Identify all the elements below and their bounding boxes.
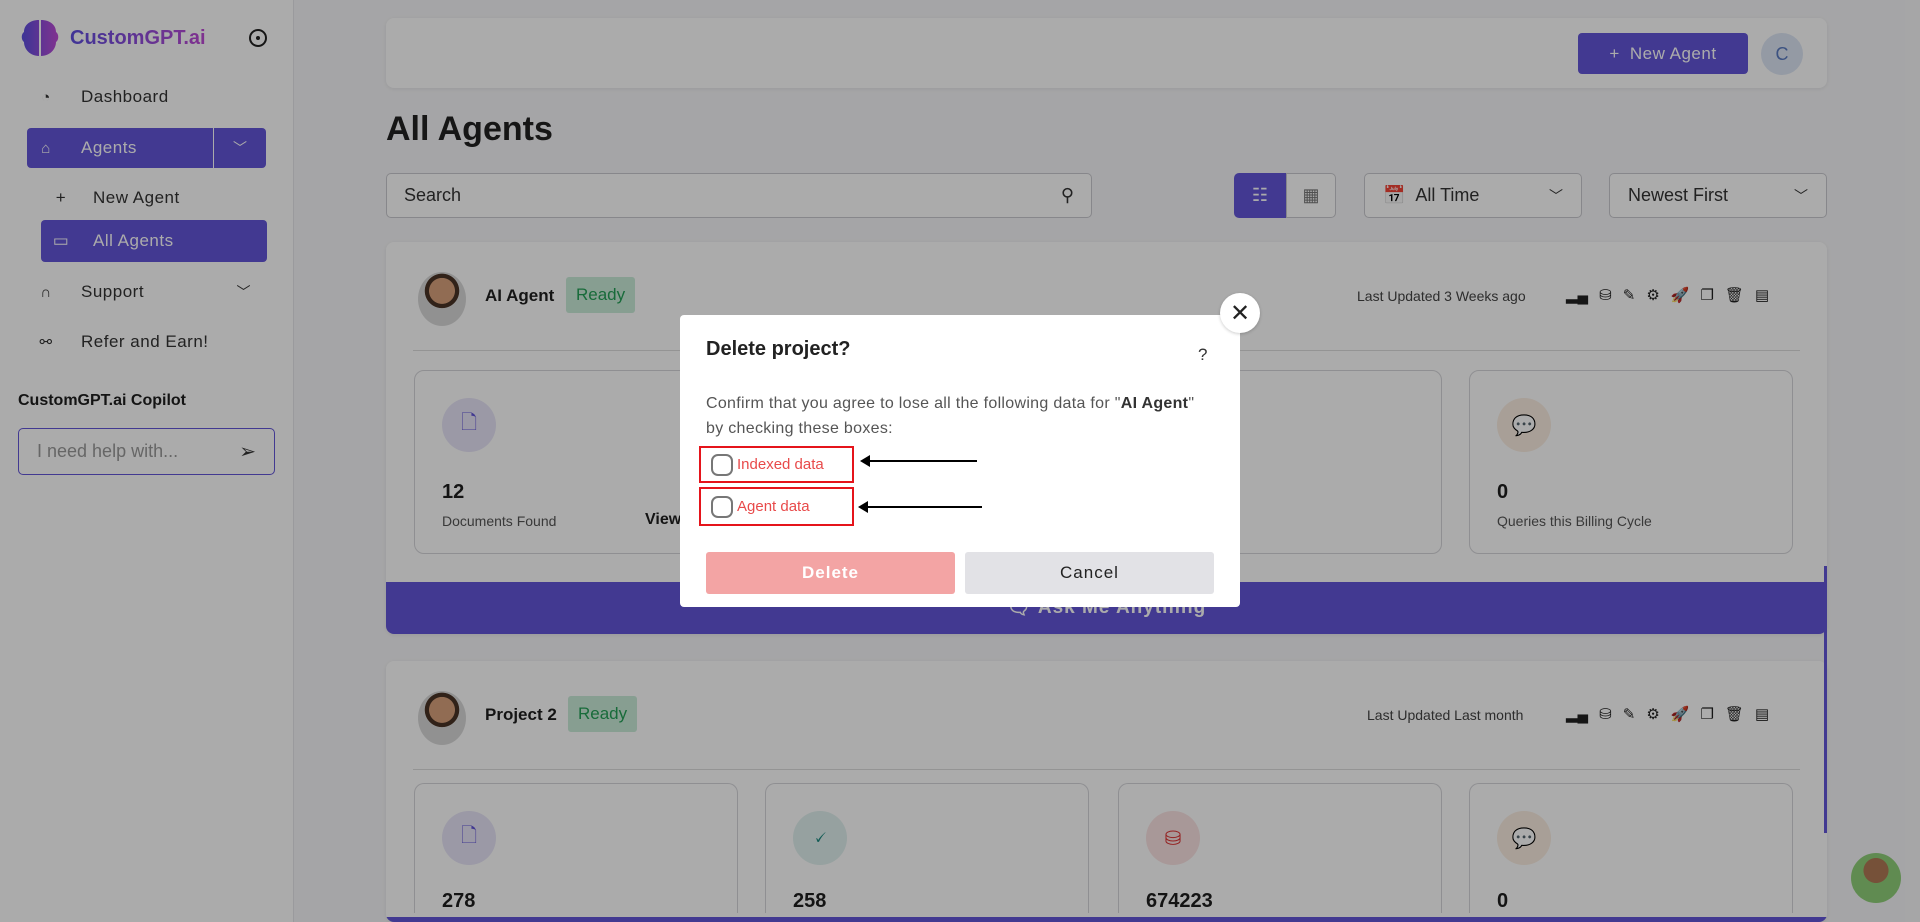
text-pre: Confirm that you agree to lose all the f… — [706, 395, 1121, 412]
close-dialog-button[interactable]: ✕ — [1220, 293, 1260, 333]
help-icon[interactable]: ? — [1198, 345, 1207, 365]
delete-button[interactable]: Delete — [706, 552, 955, 594]
checkbox-label: Indexed data — [737, 456, 824, 473]
agent-data-checkbox[interactable]: Agent data — [699, 487, 854, 526]
checkbox-box[interactable] — [711, 495, 733, 518]
annotation-arrow — [860, 455, 977, 467]
checkbox-box[interactable] — [711, 453, 733, 476]
dialog-title: Delete project? — [706, 338, 851, 360]
indexed-data-checkbox[interactable]: Indexed data — [699, 446, 854, 483]
close-icon: ✕ — [1229, 299, 1251, 327]
delete-dialog: Delete project? ? Confirm that you agree… — [680, 315, 1240, 607]
checkbox-label: Agent data — [737, 498, 810, 515]
dialog-text: Confirm that you agree to lose all the f… — [706, 391, 1216, 441]
agent-name: AI Agent — [1120, 395, 1189, 412]
annotation-arrow — [858, 501, 982, 513]
cancel-button[interactable]: Cancel — [965, 552, 1214, 594]
